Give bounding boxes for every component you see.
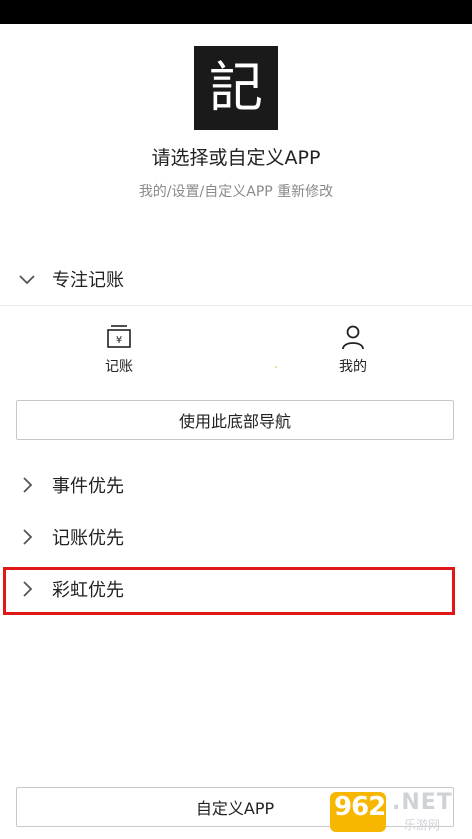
section-label: 专注记账 [52,270,124,291]
chevron-right-icon [23,529,33,545]
section-label: 事件优先 [52,476,124,497]
svg-text:¥: ¥ [116,335,122,346]
person-icon [342,325,364,350]
chevron-down-icon [19,275,35,285]
chevron-right-icon [23,477,33,493]
bottom-nav-preview: ¥ 记账 我的 [0,320,472,380]
nav-item-label: 我的 [339,359,367,375]
watermark-domain: .NET [392,790,453,815]
watermark-cn: 乐游网 [404,818,441,832]
section-bookkeeping-first[interactable]: 记账优先 [0,511,472,563]
logo-glyph: 記 [209,56,263,119]
status-bar [0,0,472,24]
section-label: 彩虹优先 [52,580,124,601]
app-logo: 記 [194,46,278,130]
use-bottom-nav-button[interactable]: 使用此底部导航 [16,400,454,440]
nav-item-mine: 我的 [313,320,393,376]
section-rainbow-first[interactable]: 彩虹优先 [0,563,472,615]
section-event-first[interactable]: 事件优先 [0,459,472,511]
page-subtitle: 我的/设置/自定义APP 重新修改 [138,184,334,200]
section-focus-bookkeeping[interactable]: 专注记账 [0,253,472,306]
nav-item-label: 记账 [105,359,133,375]
page-title: 请选择或自定义APP [151,147,321,169]
nav-item-bookkeeping: ¥ 记账 [79,320,159,376]
watermark-brand: 962 [334,792,386,822]
site-watermark: 962 .NET 乐游网 [330,786,470,836]
chevron-right-icon [23,581,33,597]
decorative-dot [275,366,277,368]
bookkeeping-icon: ¥ [107,325,131,348]
section-label: 记账优先 [52,528,124,549]
